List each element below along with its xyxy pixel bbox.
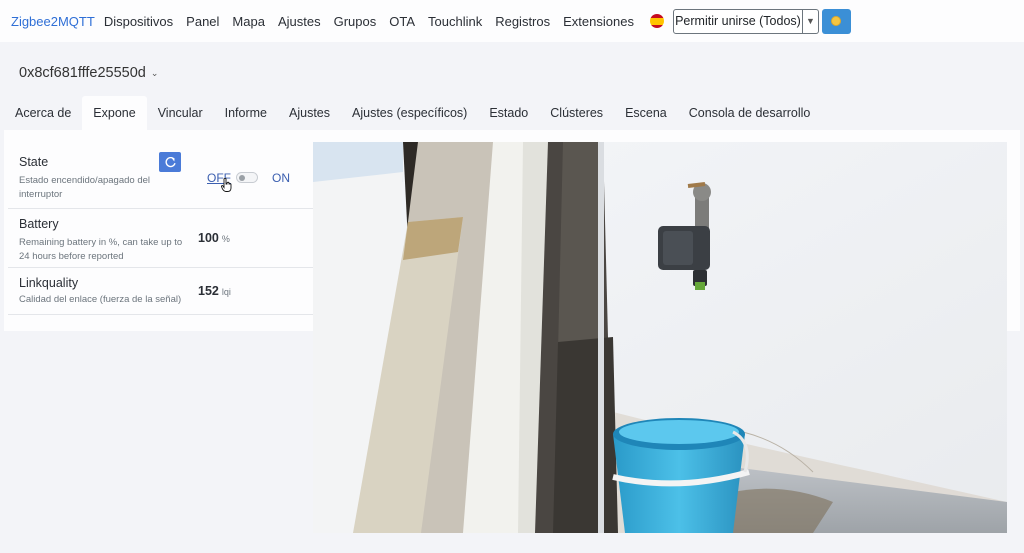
state-feature-name: State xyxy=(19,155,49,169)
nav-extensiones[interactable]: Extensiones xyxy=(563,14,634,29)
top-navbar: Zigbee2MQTT Dispositivos Panel Mapa Ajus… xyxy=(0,0,1024,42)
nav-grupos[interactable]: Grupos xyxy=(334,14,377,29)
linkquality-feature-name: Linkquality xyxy=(19,276,79,290)
tab-vincular[interactable]: Vincular xyxy=(147,96,214,130)
row-divider xyxy=(8,314,316,315)
battery-value-number: 100 xyxy=(198,231,219,245)
battery-feature-row: Battery Remaining battery in %, can take… xyxy=(4,209,312,267)
device-photo xyxy=(313,142,1007,533)
tab-ajustes-especificos[interactable]: Ajustes (específicos) xyxy=(341,96,478,130)
battery-feature-description-line1: Remaining battery in %, can take up to xyxy=(19,237,183,248)
tab-acerca-de[interactable]: Acerca de xyxy=(4,96,82,130)
tab-estado[interactable]: Estado xyxy=(478,96,539,130)
linkquality-value: 152 lqi xyxy=(198,284,231,298)
linkquality-feature-row: Linkquality Calidad del enlace (fuerza d… xyxy=(4,268,312,314)
state-feature-row: State Estado encendido/apagado del inter… xyxy=(4,130,312,208)
tab-escena[interactable]: Escena xyxy=(614,96,678,130)
tab-informe[interactable]: Informe xyxy=(214,96,278,130)
battery-value: 100% xyxy=(198,231,230,245)
nav-ajustes[interactable]: Ajustes xyxy=(278,14,321,29)
language-flag-icon[interactable] xyxy=(649,14,664,28)
nav-panel[interactable]: Panel xyxy=(186,14,219,29)
tab-ajustes[interactable]: Ajustes xyxy=(278,96,341,130)
permit-join-button[interactable]: Permitir unirse (Todos) xyxy=(672,8,803,34)
permit-join-group: Permitir unirse (Todos) ▼ xyxy=(672,8,819,34)
tab-clusteres[interactable]: Clústeres xyxy=(539,96,614,130)
tab-expone[interactable]: Expone xyxy=(82,96,147,130)
hand-pointer-cursor-icon xyxy=(221,178,232,192)
nav-dispositivos[interactable]: Dispositivos xyxy=(104,14,173,29)
state-on-button[interactable]: ON xyxy=(272,171,290,185)
refresh-state-button[interactable] xyxy=(159,152,181,172)
nav-ota[interactable]: OTA xyxy=(389,14,415,29)
sun-icon xyxy=(831,16,842,26)
permit-join-dropdown-toggle[interactable]: ▼ xyxy=(802,8,819,34)
chevron-down-icon: ⌄ xyxy=(150,67,159,78)
battery-feature-description-line2: 24 hours before reported xyxy=(19,251,124,262)
state-toggle-switch[interactable] xyxy=(236,172,258,183)
nav-mapa[interactable]: Mapa xyxy=(232,14,265,29)
linkquality-unit: lqi xyxy=(221,287,231,297)
state-feature-description-line2: interruptor xyxy=(19,189,63,200)
device-photo-illustration xyxy=(313,142,1007,533)
tab-consola-de-desarrollo[interactable]: Consola de desarrollo xyxy=(678,96,822,130)
linkquality-feature-description: Calidad del enlace (fuerza de la señal) xyxy=(19,294,182,305)
nav-touchlink[interactable]: Touchlink xyxy=(428,14,482,29)
device-tabs: Acerca de Expone Vincular Informe Ajuste… xyxy=(4,96,821,130)
refresh-icon xyxy=(165,156,176,167)
nav-registros[interactable]: Registros xyxy=(495,14,550,29)
theme-toggle-button[interactable] xyxy=(821,8,851,34)
device-title: 0x8cf681fffe25550d xyxy=(19,65,146,81)
battery-unit: % xyxy=(221,234,230,244)
linkquality-value-number: 152 xyxy=(198,284,219,298)
state-feature-description-line1: Estado encendido/apagado del xyxy=(19,175,151,186)
device-selector[interactable]: 0x8cf681fffe25550d ⌄ xyxy=(19,65,158,81)
brand-link[interactable]: Zigbee2MQTT xyxy=(11,14,95,29)
battery-feature-name: Battery xyxy=(19,217,59,231)
chevron-down-icon: ▼ xyxy=(805,16,815,26)
